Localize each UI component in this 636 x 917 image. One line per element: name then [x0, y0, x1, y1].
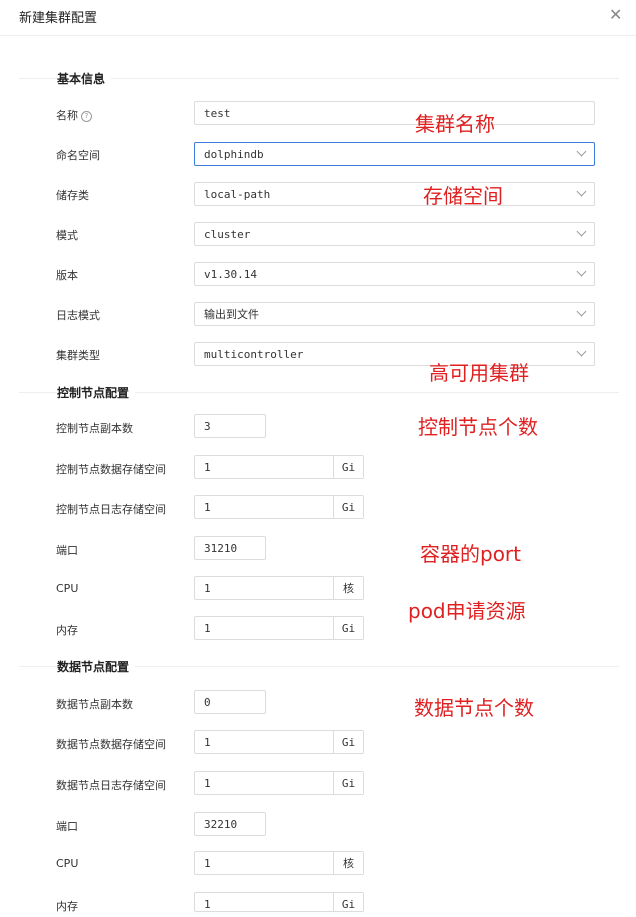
chevron-down-icon	[576, 306, 587, 317]
controller-port-label: 端口	[56, 544, 78, 557]
controller-memory-value: 1	[204, 622, 211, 635]
controller-cpu-label: CPU	[56, 582, 79, 595]
cluster-type-select[interactable]: multicontroller	[194, 342, 595, 366]
controller-replicas-label: 控制节点副本数	[56, 422, 133, 435]
datanode-port-input[interactable]: 32210	[194, 812, 266, 836]
datanode-data-storage-input[interactable]: 1 Gi	[194, 730, 364, 754]
help-icon[interactable]: ?	[81, 111, 92, 122]
log-mode-label: 日志模式	[56, 309, 100, 322]
annotation-ha-cluster: 高可用集群	[429, 361, 529, 385]
controller-memory-input[interactable]: 1 Gi	[194, 616, 364, 640]
annotation-storage-space: 存储空间	[423, 184, 503, 208]
controller-cpu-value: 1	[204, 582, 211, 595]
unit-label: Gi	[333, 617, 363, 639]
cluster-type-label: 集群类型	[56, 349, 100, 362]
unit-label: Gi	[333, 496, 363, 518]
namespace-select[interactable]: dolphindb	[194, 142, 595, 166]
storage-class-select[interactable]: local-path	[194, 182, 595, 206]
mode-label: 模式	[56, 229, 78, 242]
log-mode-value: 输出到文件	[204, 308, 259, 321]
chevron-down-icon	[576, 226, 587, 237]
controller-log-storage-value: 1	[204, 501, 211, 514]
annotation-datanode-count: 数据节点个数	[414, 696, 534, 720]
datanode-log-storage-input[interactable]: 1 Gi	[194, 771, 364, 795]
controller-log-storage-input[interactable]: 1 Gi	[194, 495, 364, 519]
dialog-header: 新建集群配置 ✕	[0, 0, 636, 36]
close-icon[interactable]: ✕	[609, 5, 622, 24]
storage-class-label: 储存类	[56, 189, 89, 202]
chevron-down-icon	[576, 186, 587, 197]
namespace-label: 命名空间	[56, 149, 100, 162]
controller-data-storage-value: 1	[204, 461, 211, 474]
controller-data-storage-label: 控制节点数据存储空间	[56, 463, 166, 476]
unit-label: Gi	[333, 731, 363, 753]
datanode-data-storage-label: 数据节点数据存储空间	[56, 738, 166, 751]
controller-log-storage-label: 控制节点日志存储空间	[56, 503, 166, 516]
datanode-cpu-value: 1	[204, 857, 211, 870]
datanode-port-label: 端口	[56, 820, 78, 833]
name-input[interactable]: test	[194, 101, 595, 125]
dialog-title: 新建集群配置	[19, 11, 98, 26]
unit-label: 核	[333, 852, 363, 874]
mode-select[interactable]: cluster	[194, 222, 595, 246]
controller-data-storage-input[interactable]: 1 Gi	[194, 455, 364, 479]
name-label: 名称?	[56, 107, 92, 123]
datanode-cpu-input[interactable]: 1 核	[194, 851, 364, 875]
unit-label: Gi	[333, 456, 363, 478]
annotation-pod-resources: pod申请资源	[408, 599, 526, 623]
datanode-replicas-label: 数据节点副本数	[56, 698, 133, 711]
section-title-basic: 基本信息	[57, 70, 112, 87]
section-title-datanode: 数据节点配置	[57, 658, 136, 675]
unit-label: 核	[333, 577, 363, 599]
datanode-memory-input[interactable]: 1 Gi	[194, 892, 364, 912]
unit-label: Gi	[333, 893, 363, 911]
datanode-log-storage-label: 数据节点日志存储空间	[56, 779, 166, 792]
controller-replicas-input[interactable]: 3	[194, 414, 266, 438]
controller-port-input[interactable]: 31210	[194, 536, 266, 560]
datanode-data-storage-value: 1	[204, 736, 211, 749]
controller-cpu-input[interactable]: 1 核	[194, 576, 364, 600]
log-mode-select[interactable]: 输出到文件	[194, 302, 595, 326]
chevron-down-icon	[576, 346, 587, 357]
mode-value: cluster	[204, 228, 251, 241]
controller-memory-label: 内存	[56, 624, 78, 637]
datanode-memory-value: 1	[204, 898, 211, 911]
version-value: v1.30.14	[204, 268, 257, 281]
cluster-type-value: multicontroller	[204, 348, 304, 361]
version-select[interactable]: v1.30.14	[194, 262, 595, 286]
annotation-container-port: 容器的port	[420, 542, 521, 566]
datanode-replicas-input[interactable]: 0	[194, 690, 266, 714]
datanode-log-storage-value: 1	[204, 777, 211, 790]
annotation-controller-count: 控制节点个数	[418, 415, 538, 439]
chevron-down-icon	[576, 146, 587, 157]
chevron-down-icon	[576, 266, 587, 277]
annotation-cluster-name: 集群名称	[415, 112, 495, 136]
storage-class-value: local-path	[204, 188, 271, 201]
section-title-controller: 控制节点配置	[57, 384, 136, 401]
unit-label: Gi	[333, 772, 363, 794]
datanode-cpu-label: CPU	[56, 857, 79, 870]
version-label: 版本	[56, 269, 78, 282]
namespace-value: dolphindb	[204, 148, 264, 161]
